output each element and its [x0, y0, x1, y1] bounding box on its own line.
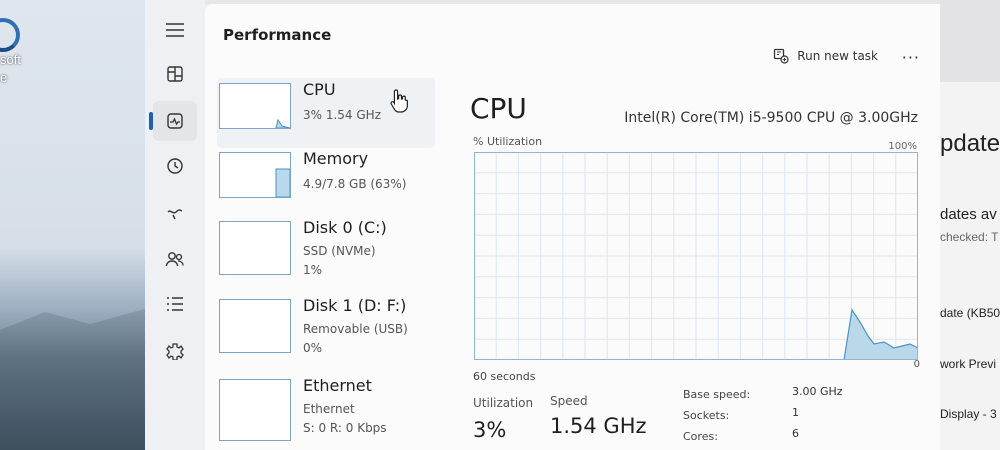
- spec-value: 3.00 GHz: [792, 385, 843, 398]
- cpu-usage-area: [843, 308, 918, 360]
- device-item-ethernet[interactable]: Ethernet Ethernet S: 0 R: 0 Kbps: [217, 374, 435, 450]
- app-history-icon: [167, 158, 183, 174]
- device-type: Removable (USB): [303, 322, 408, 336]
- device-stat: 1%: [303, 263, 323, 277]
- device-stat: 4.9/7.8 GB (63%): [303, 177, 407, 191]
- device-item-disk0[interactable]: Disk 0 (C:) SSD (NVMe) 1%: [217, 216, 435, 296]
- startup-apps-icon: [167, 209, 183, 220]
- desktop-hills: [0, 307, 150, 450]
- device-name: Disk 0 (C:): [303, 218, 387, 237]
- cpu-utilization-graph: [474, 152, 918, 360]
- nav-performance[interactable]: [153, 101, 197, 141]
- device-stat: S: 0 R: 0 Kbps: [303, 421, 387, 435]
- settings-last-checked: checked: T: [940, 230, 999, 244]
- utilization-value: 3%: [473, 418, 507, 442]
- spec-label: Sockets:: [683, 409, 730, 422]
- nav-rail: [145, 0, 205, 450]
- nav-services[interactable]: [153, 331, 197, 371]
- device-type: Ethernet: [303, 402, 355, 416]
- desktop-background: soft e: [0, 0, 150, 450]
- task-manager-window: Performance Run new task ··· CPU 3% 1.54…: [145, 0, 940, 450]
- users-icon: [165, 252, 184, 267]
- details-icon: [167, 297, 183, 311]
- graph-min-label: 0: [913, 359, 920, 370]
- memory-thumbnail-graph: [219, 152, 291, 198]
- graph-max-label: 100%: [888, 141, 917, 152]
- nav-app-history[interactable]: [153, 146, 197, 186]
- run-task-icon: [774, 48, 789, 64]
- speed-value: 1.54 GHz: [550, 414, 647, 438]
- graph-y-label: % Utilization: [473, 135, 543, 148]
- spec-label: Cores:: [683, 430, 718, 443]
- nav-details[interactable]: [153, 284, 197, 324]
- detail-heading: CPU: [470, 92, 527, 125]
- settings-updates-status: dates av: [940, 206, 997, 223]
- disk0-thumbnail-graph: [219, 221, 291, 275]
- spec-value: 1: [792, 406, 799, 419]
- services-icon: [166, 343, 184, 360]
- settings-update-item[interactable]: date (KB50: [940, 306, 1000, 320]
- cpu-model-name: Intel(R) Core(TM) i5-9500 CPU @ 3.00GHz: [624, 110, 918, 126]
- settings-update-item[interactable]: work Previ: [940, 357, 996, 371]
- device-name: CPU: [303, 80, 336, 99]
- nav-users[interactable]: [153, 239, 197, 279]
- disk1-thumbnail-graph: [219, 299, 291, 353]
- speed-label: Speed: [550, 394, 588, 408]
- device-name: Memory: [303, 149, 369, 168]
- nav-startup-apps[interactable]: [153, 193, 197, 233]
- cpu-thumbnail-graph: [219, 83, 291, 129]
- desktop-icon-label-2[interactable]: e: [0, 70, 7, 85]
- device-item-disk1[interactable]: Disk 1 (D: F:) Removable (USB) 0%: [217, 294, 435, 374]
- device-name: Ethernet: [303, 376, 372, 395]
- run-new-task-label: Run new task: [797, 49, 878, 63]
- more-options-button[interactable]: ···: [902, 48, 920, 67]
- performance-page: Performance Run new task ··· CPU 3% 1.54…: [205, 4, 940, 450]
- device-item-memory[interactable]: Memory 4.9/7.8 GB (63%): [217, 147, 435, 217]
- nav-processes[interactable]: [153, 54, 197, 94]
- device-stat: 3% 1.54 GHz: [303, 108, 382, 122]
- spec-value: 6: [792, 427, 799, 440]
- device-stat: 0%: [303, 341, 323, 355]
- hand-cursor-icon: [390, 89, 408, 113]
- device-type: SSD (NVMe): [303, 244, 376, 258]
- spec-label: Base speed:: [683, 388, 751, 401]
- run-new-task-button[interactable]: Run new task: [773, 48, 878, 64]
- processes-icon: [167, 66, 183, 82]
- desktop-icon-label[interactable]: soft: [0, 52, 21, 67]
- utilization-label: Utilization: [473, 396, 534, 410]
- settings-window: pdate dates av checked: T date (KB50 wor…: [940, 82, 1000, 450]
- performance-icon: [167, 113, 183, 129]
- settings-window-titlebar: [940, 0, 1000, 82]
- graph-time-label: 60 seconds: [473, 370, 536, 383]
- page-title: Performance: [223, 26, 332, 44]
- hamburger-icon: [166, 23, 184, 37]
- menu-button[interactable]: [153, 10, 197, 50]
- device-name: Disk 1 (D: F:): [303, 296, 407, 315]
- desktop-app-icon[interactable]: [0, 18, 20, 52]
- settings-title: pdate: [940, 130, 1000, 157]
- settings-update-item[interactable]: Display - 3: [940, 407, 997, 421]
- ethernet-thumbnail-graph: [219, 379, 291, 441]
